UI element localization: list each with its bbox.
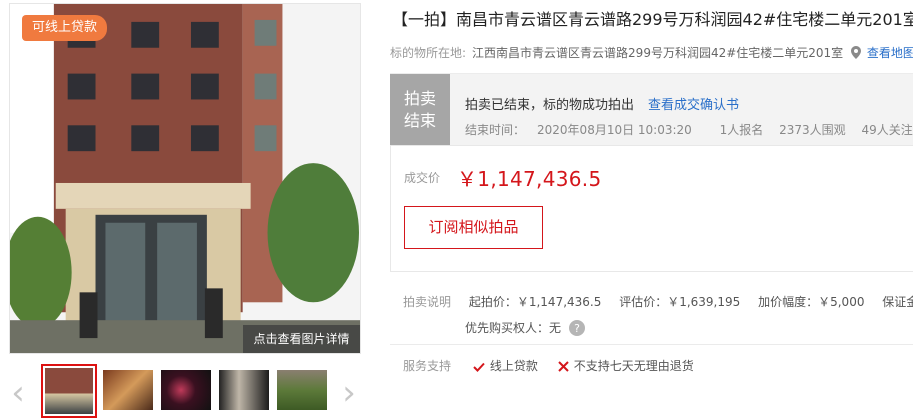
- view-map-link[interactable]: 查看地图: [867, 46, 913, 60]
- listing-title: 【一拍】南昌市青云谱区青云谱路299号万科润园42#住宅楼二单元201室: [392, 10, 913, 29]
- location-row: 标的物所在地: 江西南昌市青云谱区青云谱路299号万科润园42#住宅楼二单元201…: [390, 45, 913, 61]
- bid-increment: 加价幅度：￥5,000: [758, 295, 865, 309]
- status-meta-row: 结束时间： 2020年08月10日 10:03:20 1人报名 2373人围观 4…: [465, 121, 913, 138]
- no-return-service: 不支持七天无理由退货: [557, 359, 694, 373]
- description-label: 拍卖说明: [403, 295, 452, 309]
- priority-buyer-row: 优先购买权人：无 ?: [465, 319, 585, 336]
- check-icon: [473, 362, 485, 372]
- start-price: 起拍价：￥1,147,436.5: [468, 295, 602, 309]
- view-confirmation-link[interactable]: 查看成交确认书: [648, 98, 739, 113]
- online-loan-tag: 可线上贷款: [22, 15, 108, 41]
- service-support-row: 服务支持 线上贷款 不支持七天无理由退货: [403, 357, 710, 374]
- map-pin-icon: [851, 46, 862, 59]
- auction-status-panel: 拍卖 结束 拍卖已结束，标的物成功拍出 查看成交确认书 结束时间： 2020年08月…: [390, 73, 913, 146]
- svg-text:?: ?: [574, 322, 580, 335]
- thumbnail-living-room[interactable]: [103, 370, 153, 410]
- deposit: 保证金：￥1(: [882, 295, 913, 309]
- appraisal-price: 评估价：￥1,639,195: [619, 295, 741, 309]
- auction-description-row: 拍卖说明 起拍价：￥1,147,436.5 评估价：￥1,639,195 加价幅…: [403, 293, 913, 310]
- status-message-row: 拍卖已结束，标的物成功拍出 查看成交确认书: [465, 94, 739, 113]
- watchers-count: 2373人围观: [779, 123, 846, 137]
- thumbnail-strip: [41, 364, 331, 418]
- followers-count: 49人关注提醒: [861, 123, 913, 137]
- thumbnail-interior[interactable]: [219, 370, 269, 410]
- thumbnail-building[interactable]: [41, 364, 97, 418]
- price-panel: 成交价 ￥1,147,436.5 订阅相似拍品: [390, 145, 913, 272]
- help-icon[interactable]: ?: [568, 320, 585, 336]
- online-loan-text: 线上贷款: [489, 359, 538, 373]
- thumbnail-garden[interactable]: [277, 370, 327, 410]
- no-return-text: 不支持七天无理由退货: [573, 359, 694, 373]
- location-label: 标的物所在地:: [390, 46, 467, 60]
- final-price-label: 成交价: [404, 171, 441, 185]
- end-time: 2020年08月10日 10:03:20: [537, 123, 692, 137]
- status-message: 拍卖已结束，标的物成功拍出: [465, 98, 635, 113]
- cross-icon: [557, 361, 569, 372]
- subscribe-similar-button[interactable]: 订阅相似拍品: [404, 206, 543, 249]
- main-photo[interactable]: 可线上贷款 点击查看图片详情: [9, 3, 361, 354]
- badge-line-2: 结束: [403, 111, 436, 130]
- final-price-value: ￥1,147,436.5: [457, 167, 602, 191]
- view-photo-details-button[interactable]: 点击查看图片详情: [243, 325, 360, 353]
- registrations-count: 1人报名: [719, 123, 764, 137]
- online-loan-service: 线上贷款: [473, 359, 542, 373]
- badge-line-1: 拍卖: [403, 89, 436, 108]
- end-time-label: 结束时间：: [465, 123, 526, 137]
- building-photo: [10, 4, 360, 353]
- auction-ended-badge: 拍卖 结束: [390, 74, 450, 146]
- next-photo-arrow-icon[interactable]: ›: [337, 374, 361, 414]
- section-divider: [390, 344, 913, 345]
- thumbnail-dark-room[interactable]: [161, 370, 211, 410]
- service-label: 服务支持: [403, 359, 452, 373]
- prev-photo-arrow-icon[interactable]: ‹: [6, 374, 30, 414]
- priority-buyer: 优先购买权人：无: [465, 321, 562, 335]
- location-address: 江西南昌市青云谱区青云谱路299号万科润园42#住宅楼二单元201室: [472, 46, 844, 60]
